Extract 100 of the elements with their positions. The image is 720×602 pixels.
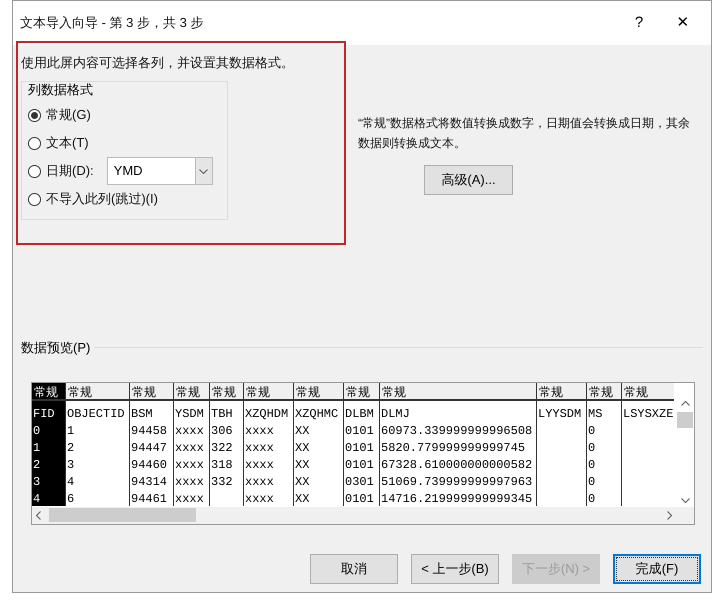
table-cell: 14716.219999999999345 bbox=[380, 492, 532, 506]
table-cell: 318 bbox=[210, 458, 233, 472]
group-label: 列数据格式 bbox=[28, 80, 94, 98]
table-cell: xxxx bbox=[174, 492, 204, 506]
table-cell: xxxx bbox=[174, 474, 204, 488]
scroll-thumb[interactable] bbox=[49, 508, 196, 522]
table-cell: 322 bbox=[210, 440, 233, 454]
table-cell: DLMJ bbox=[380, 406, 410, 420]
column-format-header[interactable]: 常规 bbox=[537, 382, 587, 398]
scroll-up-icon[interactable] bbox=[680, 400, 690, 406]
radio-label[interactable]: 常规(G) bbox=[46, 105, 91, 125]
column-format-header[interactable]: 常规 bbox=[344, 382, 380, 398]
table-cell: 0101 bbox=[344, 424, 374, 438]
table-cell: 2 bbox=[66, 440, 74, 454]
table-cell: XX bbox=[294, 474, 310, 488]
table-cell: xxxx bbox=[244, 424, 274, 438]
table-cell: XX bbox=[294, 492, 310, 506]
table-cell: DLBM bbox=[344, 406, 374, 420]
table-cell: 94460 bbox=[130, 458, 168, 472]
table-cell: 51069.739999999997963 bbox=[380, 474, 532, 488]
advanced-button[interactable]: 高级(A)... bbox=[424, 164, 513, 194]
table-cell: 0101 bbox=[344, 492, 374, 506]
column-format-header[interactable]: 常规 bbox=[622, 382, 674, 398]
table-cell: XX bbox=[294, 458, 310, 472]
help-button[interactable]: ? bbox=[617, 12, 661, 34]
table-cell: 67328.610000000000582 bbox=[380, 458, 532, 472]
table-cell: 0 bbox=[587, 474, 596, 488]
window-title: 文本导入向导 - 第 3 步，共 3 步 bbox=[20, 14, 204, 32]
preview-label: 数据预览(P) bbox=[21, 339, 90, 357]
horizontal-scrollbar[interactable] bbox=[32, 506, 694, 524]
column-format-header[interactable]: 常规 bbox=[294, 382, 344, 398]
table-cell: 332 bbox=[210, 474, 233, 488]
radio-button[interactable] bbox=[28, 192, 41, 206]
scroll-right-icon[interactable] bbox=[667, 510, 672, 520]
table-cell: 94447 bbox=[130, 440, 168, 454]
table-cell: LYYSDM bbox=[537, 406, 582, 420]
column-format-header[interactable]: 常规 bbox=[587, 382, 622, 398]
dialog-button[interactable]: 完成(F) bbox=[613, 554, 701, 584]
table-cell: OBJECTID bbox=[66, 406, 125, 420]
table-cell: 0101 bbox=[344, 458, 374, 472]
table-cell: xxxx bbox=[174, 424, 204, 438]
scroll-left-icon[interactable] bbox=[36, 510, 41, 520]
dialog-button[interactable]: < 上一步(B) bbox=[411, 554, 499, 584]
radio-label[interactable]: 日期(D): bbox=[46, 161, 94, 181]
table-cell: 94458 bbox=[130, 424, 168, 438]
table-cell: 3 bbox=[66, 458, 74, 472]
column-format-header[interactable]: 常规 bbox=[174, 382, 210, 398]
scroll-thumb[interactable] bbox=[677, 412, 694, 428]
table-cell: 4 bbox=[66, 474, 74, 488]
column-format-header[interactable]: 常规 bbox=[32, 382, 66, 398]
column-format-header[interactable]: 常规 bbox=[130, 382, 174, 398]
table-cell: XX bbox=[294, 440, 310, 454]
radio-label[interactable]: 文本(T) bbox=[46, 133, 89, 153]
column-format-header[interactable]: 常规 bbox=[66, 382, 130, 398]
table-cell: xxxx bbox=[244, 440, 274, 454]
table-cell: 94314 bbox=[130, 474, 168, 488]
table-cell: 4 bbox=[32, 492, 40, 506]
radio-label[interactable]: 不导入此列(跳过)(I) bbox=[46, 189, 158, 209]
table-cell: 5820.779999999999745 bbox=[380, 440, 526, 454]
format-description: “常规”数据格式将数值转换成数字，日期值会转换成日期，其余数据则转换成文本。 bbox=[358, 114, 691, 152]
radio-button[interactable] bbox=[28, 136, 41, 150]
close-button[interactable]: ✕ bbox=[661, 12, 705, 34]
table-cell: xxxx bbox=[244, 474, 274, 488]
table-cell: 0 bbox=[32, 424, 40, 438]
table-cell: LSYSXZE bbox=[622, 406, 674, 420]
table-cell: 0301 bbox=[344, 474, 374, 488]
table-cell: MS bbox=[587, 406, 602, 420]
table-cell: 306 bbox=[210, 424, 233, 438]
table-cell: 0 bbox=[587, 458, 596, 472]
date-format-dropdown[interactable]: YMD bbox=[106, 157, 213, 185]
column-format-header[interactable]: 常规 bbox=[244, 382, 294, 398]
column-format-header[interactable]: 常规 bbox=[380, 382, 537, 398]
table-cell: 94461 bbox=[130, 492, 168, 506]
table-cell: 0 bbox=[587, 440, 596, 454]
table-cell: 0 bbox=[587, 424, 596, 438]
table-cell: 1 bbox=[66, 424, 74, 438]
table-cell: xxxx bbox=[174, 458, 204, 472]
preview-table[interactable] bbox=[31, 382, 695, 524]
table-cell: 3 bbox=[32, 474, 40, 488]
table-cell: 0 bbox=[587, 492, 596, 506]
table-cell: YSDM bbox=[174, 406, 204, 420]
column-format-header[interactable]: 常规 bbox=[210, 382, 244, 398]
table-cell: 0101 bbox=[344, 440, 374, 454]
table-cell: xxxx bbox=[174, 440, 204, 454]
table-cell: 2 bbox=[32, 458, 40, 472]
radio-button[interactable] bbox=[28, 108, 41, 122]
table-cell: 60973.339999999996508 bbox=[380, 424, 532, 438]
dialog-button[interactable]: 取消 bbox=[310, 554, 398, 584]
table-cell: FID bbox=[32, 406, 55, 420]
instruction-text: 使用此屏内容可选择各列，并设置其数据格式。 bbox=[21, 54, 295, 72]
scroll-down-icon[interactable] bbox=[680, 498, 690, 502]
table-cell: XX bbox=[294, 424, 310, 438]
radio-button[interactable] bbox=[28, 164, 41, 178]
table-cell: xxxx bbox=[244, 458, 274, 472]
table-cell: TBH bbox=[210, 406, 233, 420]
table-cell: 6 bbox=[66, 492, 74, 506]
table-cell: xxxx bbox=[244, 492, 274, 506]
table-cell: XZQHDM bbox=[244, 406, 288, 420]
table-cell: BSM bbox=[130, 406, 153, 420]
table-cell: XZQHMC bbox=[294, 406, 338, 420]
